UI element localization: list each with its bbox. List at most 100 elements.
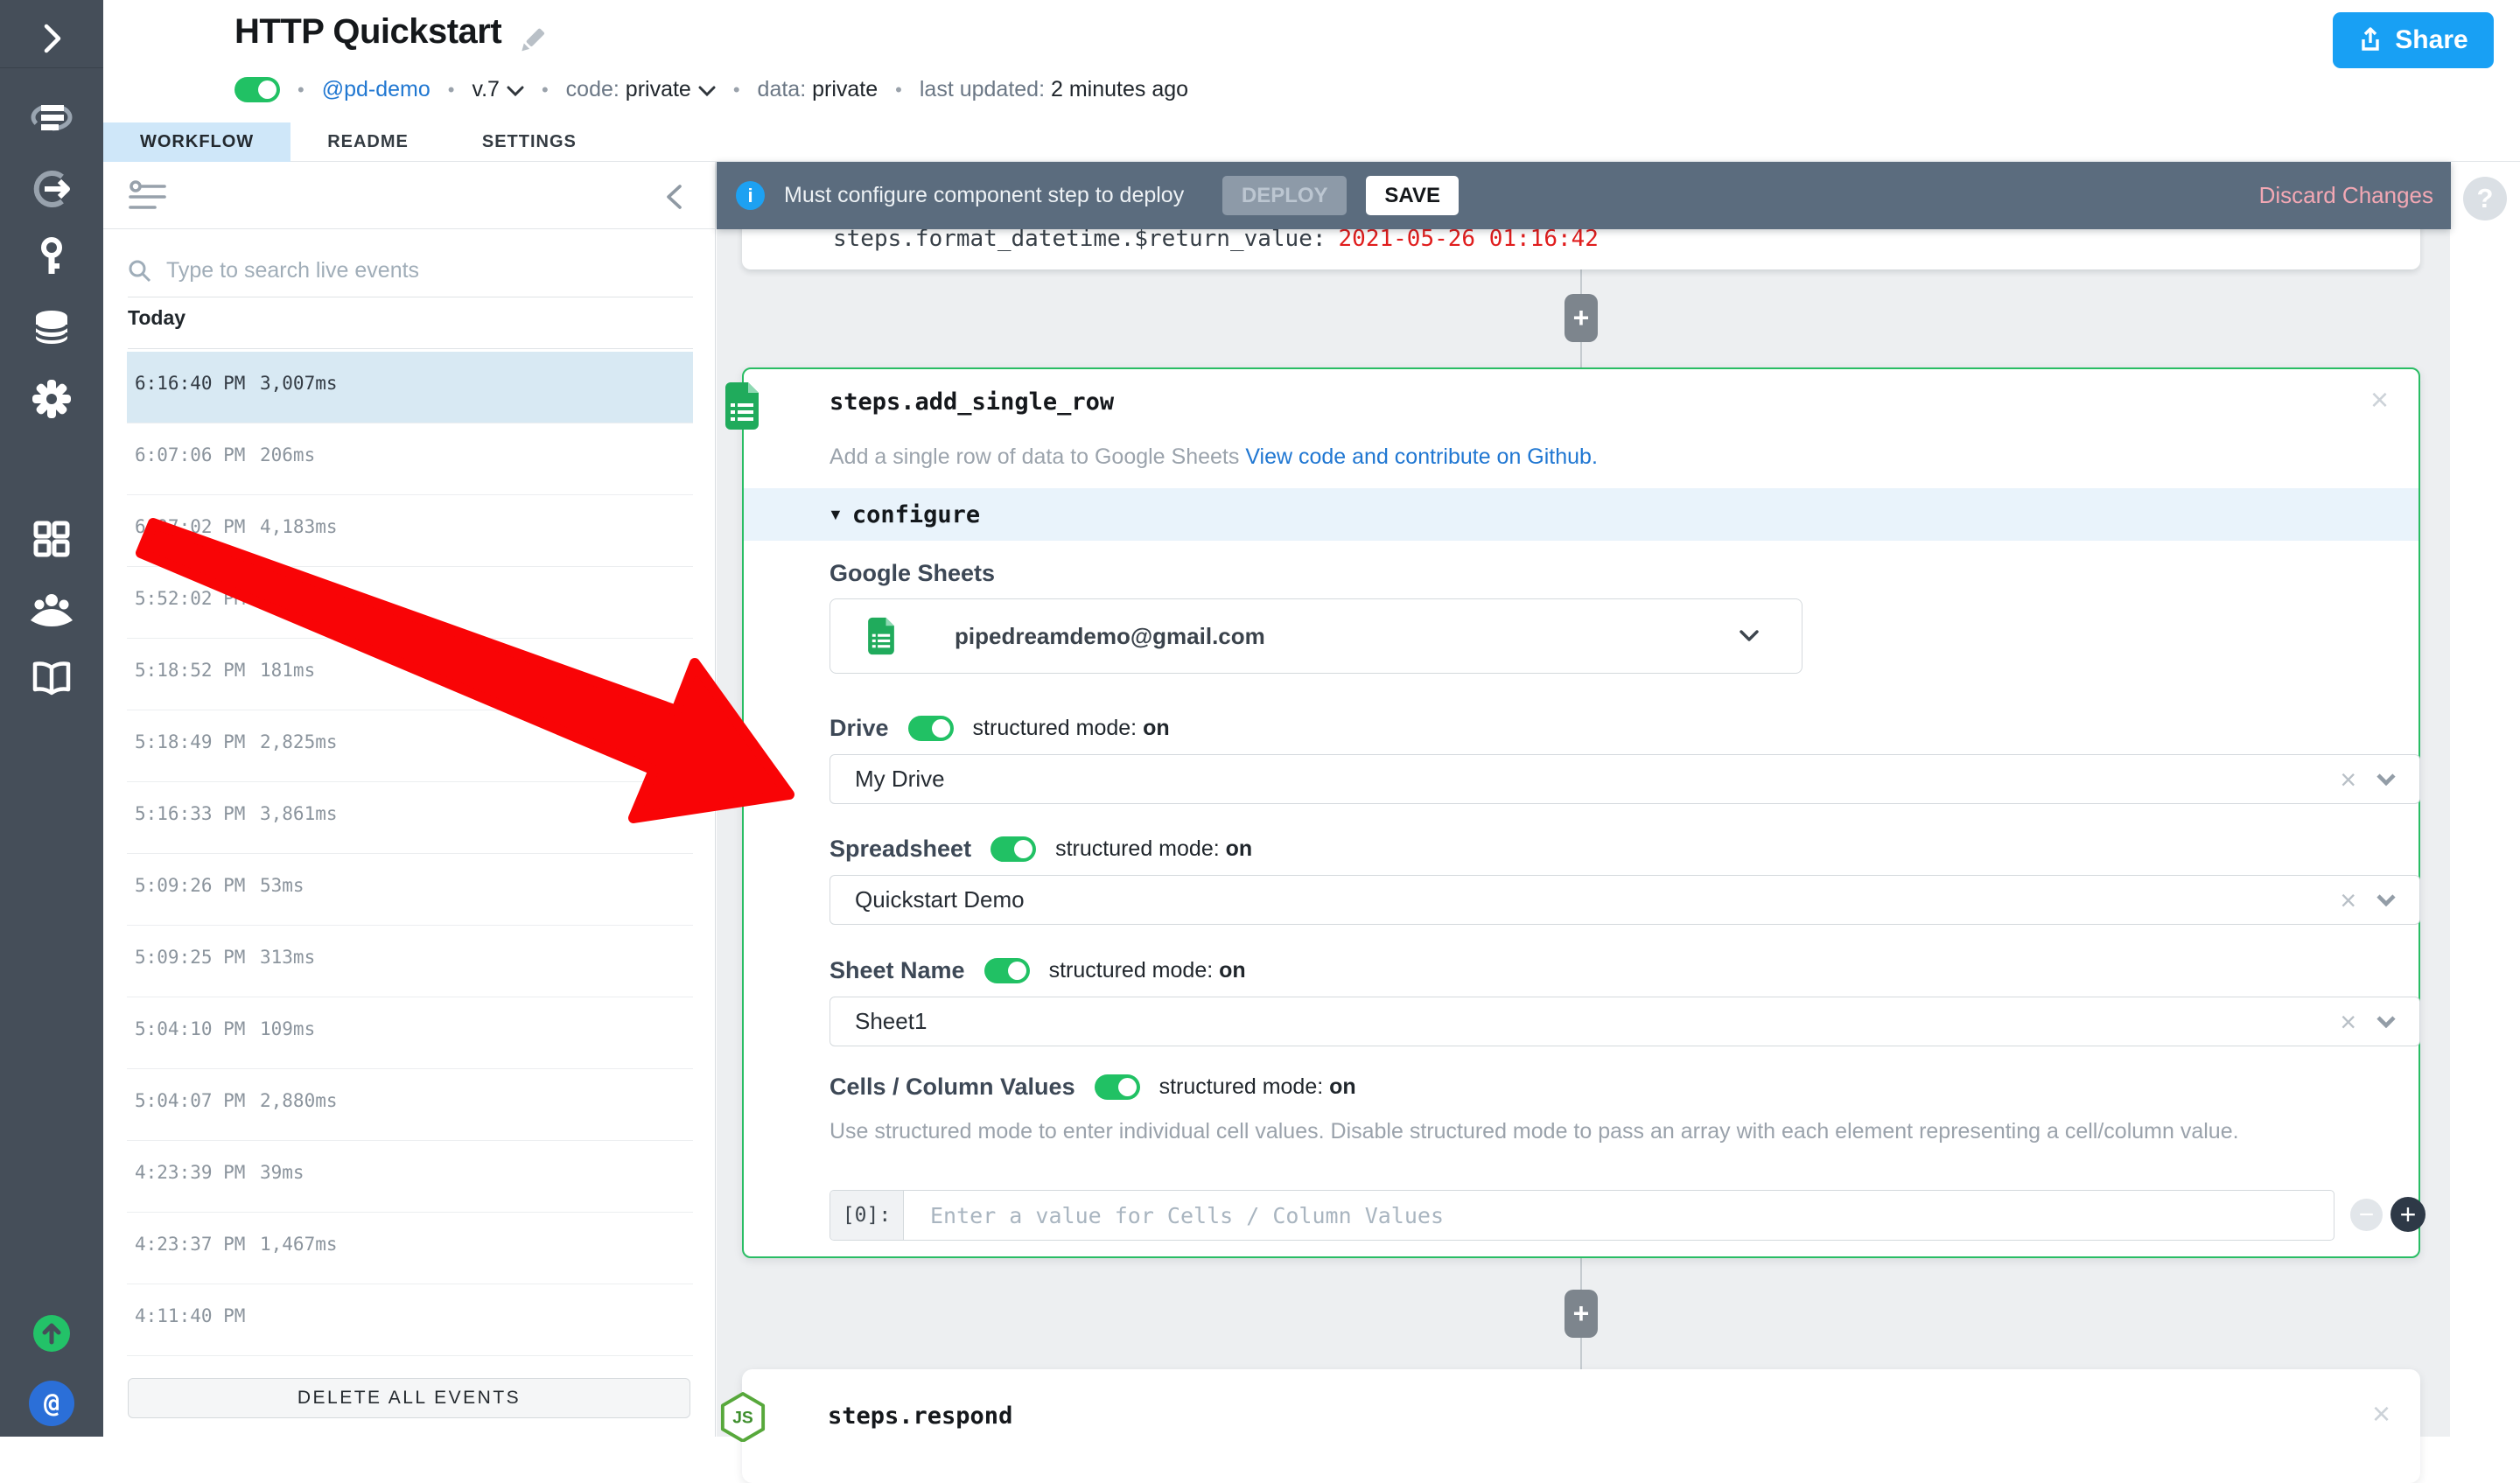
caret-down-icon: ▼ bbox=[828, 506, 844, 524]
upgrade-icon[interactable] bbox=[0, 1313, 103, 1354]
tab-workflow[interactable]: WORKFLOW bbox=[103, 122, 290, 162]
tab-settings[interactable]: SETTINGS bbox=[445, 122, 613, 162]
close-step-icon[interactable]: × bbox=[2370, 381, 2389, 418]
header: HTTP Quickstart • @pd-demo • v.7 • code:… bbox=[103, 0, 2520, 122]
owner-link[interactable]: @pd-demo bbox=[322, 77, 430, 102]
clear-icon[interactable]: × bbox=[2340, 766, 2356, 794]
github-link[interactable]: View code and contribute on Github. bbox=[1245, 444, 1598, 469]
step-title: steps.add_single_row bbox=[830, 388, 1114, 416]
event-row[interactable]: 5:09:25 PM313ms bbox=[127, 926, 693, 997]
event-row[interactable]: 6:07:06 PM206ms bbox=[127, 423, 693, 495]
edit-title-icon[interactable] bbox=[516, 24, 548, 56]
add-step-button[interactable]: + bbox=[1564, 1290, 1598, 1338]
deploy-banner: i Must configure component step to deplo… bbox=[717, 162, 2451, 229]
event-row[interactable]: 5:16:33 PM3,861ms bbox=[127, 782, 693, 854]
cells-field-header: Cells / Column Values structured mode: o… bbox=[830, 1074, 1356, 1101]
event-row[interactable]: 6:16:40 PM3,007ms bbox=[127, 352, 693, 423]
account-select[interactable]: pipedreamdemo@gmail.com bbox=[830, 598, 1802, 674]
app-label: Google Sheets bbox=[830, 560, 995, 587]
expand-sidebar-icon[interactable] bbox=[0, 23, 103, 54]
remove-cell-button[interactable]: − bbox=[2350, 1199, 2383, 1231]
events-panel: Today 6:16:40 PM3,007ms 6:07:06 PM206ms … bbox=[103, 162, 716, 1437]
save-button[interactable]: SAVE bbox=[1366, 176, 1459, 215]
data-stores-icon[interactable] bbox=[0, 304, 103, 353]
add-single-row-step-card: steps.add_single_row × Add a single row … bbox=[742, 367, 2420, 1258]
drive-field-header: Drive structured mode: on bbox=[830, 715, 1170, 742]
deploy-button[interactable]: DEPLOY bbox=[1222, 176, 1347, 215]
spreadsheet-structured-toggle[interactable] bbox=[990, 836, 1036, 862]
sheet-name-structured-toggle[interactable] bbox=[984, 958, 1030, 983]
drive-structured-toggle[interactable] bbox=[908, 716, 954, 741]
event-row[interactable]: 6:07:02 PM4,183ms bbox=[127, 495, 693, 567]
sidebar-divider bbox=[0, 67, 103, 68]
code-privacy-select[interactable]: code: private bbox=[566, 77, 716, 102]
keys-icon[interactable] bbox=[0, 234, 103, 283]
banner-message: Must configure component step to deploy bbox=[784, 183, 1184, 208]
spreadsheet-select[interactable]: Quickstart Demo × bbox=[830, 875, 2420, 925]
share-icon bbox=[2358, 27, 2383, 53]
filter-events-icon[interactable] bbox=[128, 180, 168, 212]
event-list: 6:16:40 PM3,007ms 6:07:06 PM206ms 6:07:0… bbox=[127, 352, 693, 1356]
last-updated: last updated: 2 minutes ago bbox=[920, 77, 1188, 102]
share-button[interactable]: Share bbox=[2333, 12, 2494, 68]
collapse-panel-icon[interactable] bbox=[664, 184, 683, 210]
mentions-icon[interactable]: @ bbox=[0, 1380, 103, 1427]
search-input[interactable] bbox=[166, 258, 656, 283]
cells-structured-toggle[interactable] bbox=[1095, 1074, 1140, 1100]
chevron-down-icon[interactable] bbox=[2376, 1015, 2397, 1028]
return-value-line: steps.format_datetime.$return_value:2021… bbox=[833, 226, 1599, 252]
workflow-meta-row: • @pd-demo • v.7 • code: private • data:… bbox=[234, 77, 1188, 102]
event-row[interactable]: 5:18:52 PM181ms bbox=[127, 639, 693, 710]
workflow-title: HTTP Quickstart bbox=[234, 12, 501, 52]
add-cell-button[interactable]: + bbox=[2390, 1197, 2426, 1232]
sheet-name-field-header: Sheet Name structured mode: on bbox=[830, 957, 1246, 984]
event-row[interactable]: 4:11:40 PM bbox=[127, 1284, 693, 1356]
sheet-name-select[interactable]: Sheet1 × bbox=[830, 997, 2420, 1046]
account-value: pipedreamdemo@gmail.com bbox=[955, 623, 1265, 650]
clear-icon[interactable]: × bbox=[2340, 1008, 2356, 1036]
workflow-active-toggle[interactable] bbox=[234, 77, 280, 102]
google-sheets-step-icon bbox=[722, 381, 762, 431]
pipedream-logo-icon[interactable] bbox=[0, 94, 103, 143]
cells-input-row: [0]: bbox=[830, 1190, 2334, 1241]
chevron-down-icon[interactable] bbox=[2376, 773, 2397, 786]
nodejs-step-icon: JS bbox=[719, 1391, 766, 1442]
close-step-icon[interactable]: × bbox=[2372, 1396, 2390, 1432]
clear-icon[interactable]: × bbox=[2340, 886, 2356, 914]
info-icon: i bbox=[736, 181, 765, 210]
chevron-down-icon[interactable] bbox=[2376, 893, 2397, 906]
tab-readme[interactable]: README bbox=[290, 122, 445, 162]
google-sheets-icon bbox=[865, 616, 897, 656]
search-icon bbox=[128, 259, 152, 283]
configure-section-toggle[interactable]: ▼ configure bbox=[744, 488, 2418, 541]
events-panel-header bbox=[103, 162, 715, 229]
version-select[interactable]: v.7 bbox=[472, 77, 524, 102]
delete-all-events-button[interactable]: DELETE ALL EVENTS bbox=[128, 1378, 690, 1418]
chevron-down-icon bbox=[1739, 630, 1760, 642]
svg-text:JS: JS bbox=[732, 1410, 753, 1428]
sidebar: @ bbox=[0, 0, 103, 1437]
svg-text:@: @ bbox=[44, 1389, 60, 1419]
event-row[interactable]: 4:23:37 PM1,467ms bbox=[127, 1213, 693, 1284]
help-button[interactable]: ? bbox=[2463, 177, 2507, 220]
settings-gear-icon[interactable] bbox=[0, 374, 103, 423]
right-gutter bbox=[2450, 162, 2520, 1437]
event-row[interactable]: 5:09:26 PM53ms bbox=[127, 854, 693, 926]
event-sources-icon[interactable] bbox=[0, 164, 103, 213]
event-row[interactable]: 5:52:02 PM9ms bbox=[127, 567, 693, 639]
respond-step-card[interactable]: steps.respond × bbox=[742, 1369, 2420, 1483]
event-row[interactable]: 4:23:39 PM39ms bbox=[127, 1141, 693, 1213]
docs-book-icon[interactable] bbox=[0, 654, 103, 703]
spreadsheet-field-header: Spreadsheet structured mode: on bbox=[830, 836, 1252, 863]
cells-value-input[interactable] bbox=[904, 1191, 2334, 1240]
discard-changes-button[interactable]: Discard Changes bbox=[2259, 182, 2433, 209]
event-search-row bbox=[128, 245, 693, 297]
community-icon[interactable] bbox=[0, 584, 103, 633]
event-row[interactable]: 5:04:07 PM2,880ms bbox=[127, 1069, 693, 1141]
add-step-button[interactable]: + bbox=[1564, 294, 1598, 342]
cells-index-label: [0]: bbox=[830, 1191, 904, 1240]
event-row[interactable]: 5:04:10 PM109ms bbox=[127, 997, 693, 1069]
drive-select[interactable]: My Drive × bbox=[830, 754, 2420, 804]
event-row[interactable]: 5:18:49 PM2,825ms bbox=[127, 710, 693, 782]
apps-grid-icon[interactable] bbox=[0, 514, 103, 563]
